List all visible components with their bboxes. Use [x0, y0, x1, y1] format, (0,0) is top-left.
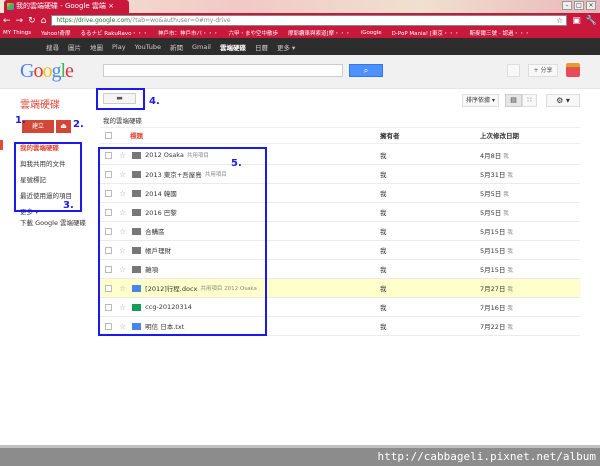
create-button[interactable]: 建立 — [22, 120, 54, 133]
bookmark-star-icon[interactable]: ☆ — [556, 16, 563, 25]
wrench-icon[interactable]: 🔧 — [586, 16, 597, 26]
extension-icon[interactable]: ▣ — [572, 16, 581, 26]
owner: 我 — [380, 285, 387, 293]
owner: 我 — [380, 228, 387, 236]
gnav-item[interactable]: 新聞 — [170, 42, 183, 52]
list-view-button[interactable]: ▤ — [505, 94, 522, 107]
breadcrumb[interactable]: 我的雲端硬碟 — [103, 115, 142, 125]
annotation-box-4 — [96, 88, 145, 110]
window-controls: – □ × — [562, 1, 596, 10]
owner: 我 — [380, 171, 387, 179]
grid-view-button[interactable]: ∷ — [522, 94, 537, 107]
forward-icon[interactable]: → — [16, 16, 24, 26]
settings-button[interactable]: ⚙ ▾ — [546, 94, 580, 107]
search-input[interactable] — [103, 64, 343, 77]
share-button[interactable]: + 分享 — [528, 64, 558, 77]
bookmark-item[interactable]: Yahoo!奇摩 — [41, 29, 70, 37]
browser-tab[interactable]: 我的雲端硬碟 - Google 雲端 × — [4, 0, 129, 13]
col-title[interactable]: 標題 — [130, 128, 143, 144]
owner: 我 — [380, 152, 387, 160]
watermark: http://cabbageli.pixnet.net/album — [377, 450, 596, 463]
upload-button[interactable]: ⏏ — [56, 120, 71, 133]
owner: 我 — [380, 247, 387, 255]
address-bar: ← → ↻ ⌂ https://drive.google.com/?tab=wo&au… — [0, 13, 600, 28]
google-logo[interactable]: Google — [20, 60, 74, 83]
watermark-bar: http://cabbageli.pixnet.net/album — [0, 445, 600, 466]
owner: 我 — [380, 266, 387, 274]
gnav-item[interactable]: 雲端硬碟 — [220, 42, 246, 52]
owner: 我 — [380, 190, 387, 198]
modified-date: 5月5日我 — [480, 190, 509, 198]
bookmark-item[interactable]: D-PoP Mania! [東京・・・ — [392, 29, 460, 37]
col-owner[interactable]: 擁有者 — [380, 128, 400, 144]
bookmark-item[interactable]: 神戶市：神戶市バ・・・ — [158, 29, 219, 37]
gnav-item[interactable]: 更多 ▾ — [277, 42, 295, 52]
maximize-button[interactable]: □ — [574, 1, 584, 10]
bookmark-item[interactable]: iGoogle — [361, 30, 382, 36]
annotation-4: 4. — [149, 96, 160, 107]
modified-date: 5月15日我 — [480, 228, 513, 236]
back-icon[interactable]: ← — [3, 16, 11, 26]
owner: 我 — [380, 209, 387, 217]
gnav-item[interactable]: 地圖 — [90, 42, 103, 52]
modified-date: 7月27日我 — [480, 285, 513, 293]
modified-date: 5月31日我 — [480, 171, 513, 179]
gnav-item[interactable]: Play — [112, 43, 126, 51]
gnav-item[interactable]: 圖片 — [68, 42, 81, 52]
gnav-item[interactable]: Gmail — [192, 43, 211, 51]
active-indicator — [0, 140, 3, 150]
tab-title: 我的雲端硬碟 - Google 雲端 — [16, 2, 106, 10]
annotation-box-5 — [98, 147, 267, 336]
gnav-item[interactable]: 搜尋 — [46, 42, 59, 52]
annotation-1: 1. — [15, 115, 26, 126]
annotation-2: 2. — [73, 119, 84, 130]
close-button[interactable]: × — [586, 1, 596, 10]
drive-icon — [7, 3, 14, 10]
bookmarks-bar: MY Things Yahoo!奇摩 るるナビ RakuRavo・・・ 神戶市：神戶市… — [0, 28, 600, 38]
col-date[interactable]: 上次修改日期 — [480, 128, 519, 144]
bookmark-item[interactable]: るるナビ RakuRavo・・・ — [80, 29, 148, 37]
avatar[interactable] — [566, 63, 580, 77]
modified-date: 7月22日我 — [480, 323, 513, 331]
notifications-button[interactable] — [507, 64, 520, 77]
reload-icon[interactable]: ↻ — [28, 16, 36, 26]
url-input[interactable]: https://drive.google.com/?tab=wo&authuse… — [51, 15, 568, 26]
annotation-3: 3. — [63, 200, 74, 211]
minimize-button[interactable]: – — [562, 1, 572, 10]
owner: 我 — [380, 323, 387, 331]
modified-date: 5月15日我 — [480, 266, 513, 274]
sort-dropdown[interactable]: 排序依據 ▾ — [462, 94, 499, 107]
tab-strip: 我的雲端硬碟 - Google 雲端 × – □ × — [0, 0, 600, 13]
bookmark-item[interactable]: 摩耶纜車與索道[摩・・・ — [288, 29, 351, 37]
home-icon[interactable]: ⌂ — [41, 16, 47, 26]
owner: 我 — [380, 304, 387, 312]
bookmark-item[interactable]: 六甲・まや空中散歩 — [229, 29, 279, 37]
select-all-checkbox[interactable] — [105, 132, 112, 139]
list-header: 標題 擁有者 上次修改日期 — [100, 127, 580, 144]
drive-brand: 雲端硬碟 — [20, 100, 60, 111]
modified-date: 7月16日我 — [480, 304, 513, 312]
drive-header: Google ⌕ + 分享 — [0, 55, 600, 89]
google-nav-bar: 搜尋 圖片 地圖 Play YouTube 新聞 Gmail 雲端硬碟 日曆 更多 ▾ — [0, 38, 600, 55]
modified-date: 4月8日我 — [480, 152, 509, 160]
bookmark-item[interactable]: 斯麥爾三號 - 認過・・・ — [470, 29, 530, 37]
gnav-item[interactable]: 日曆 — [255, 42, 268, 52]
annotation-5: 5. — [231, 158, 242, 169]
modified-date: 5月5日我 — [480, 209, 509, 217]
download-drive-link[interactable]: 下載 Google 雲端硬碟 — [20, 217, 86, 227]
bookmark-item[interactable]: MY Things — [3, 30, 31, 36]
search-button[interactable]: ⌕ — [349, 64, 383, 77]
gnav-item[interactable]: YouTube — [135, 43, 161, 51]
modified-date: 5月15日我 — [480, 247, 513, 255]
